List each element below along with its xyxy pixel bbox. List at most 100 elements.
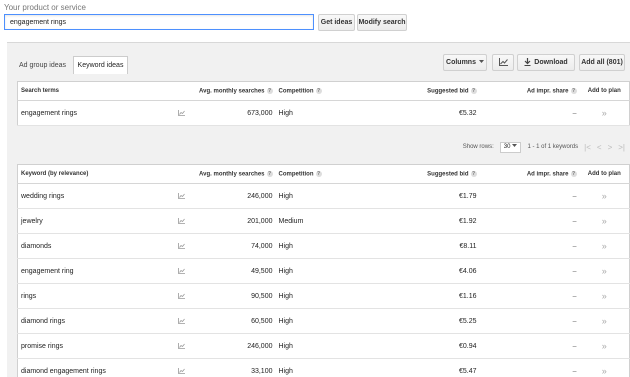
table-row: diamonds 74,000 High €8.11–» [17, 233, 630, 259]
next-page-icon[interactable]: > [608, 143, 613, 152]
chevron-down-icon [512, 144, 518, 150]
suggested-bid-value: €5.47 [395, 358, 480, 377]
avg-monthly-searches: 201,000 [195, 208, 276, 234]
table-row: engagement rings 673,000 High €5.32 – » [17, 100, 630, 126]
competition-value: High [275, 258, 396, 284]
download-button[interactable]: Download [517, 54, 575, 71]
add-to-plan-button[interactable]: » [579, 333, 630, 359]
table-header-row: Search terms Avg. monthly searches? Comp… [17, 81, 630, 101]
help-icon[interactable]: ? [315, 170, 322, 177]
keyword-text: diamond engagement rings [17, 358, 168, 377]
column-header-suggested-bid[interactable]: Suggested bid? [395, 81, 480, 101]
add-to-plan-button[interactable]: » [579, 233, 630, 259]
column-header-search-terms: Search terms [17, 81, 168, 101]
suggested-bid-value: €1.79 [395, 183, 480, 209]
suggested-bid-value: €5.25 [395, 308, 480, 334]
avg-monthly-searches: 74,000 [195, 233, 276, 259]
results-panel: Ad group ideas Keyword ideas Columns Dow… [7, 42, 630, 377]
competition-value: High [275, 333, 396, 359]
suggested-bid-value: €8.11 [395, 233, 480, 259]
ad-impr-share-value: – [479, 283, 580, 309]
ad-impr-share-value: – [479, 183, 580, 209]
help-icon[interactable]: ? [470, 87, 477, 94]
help-icon[interactable]: ? [315, 87, 322, 94]
help-icon[interactable]: ? [266, 170, 273, 177]
table-row: wedding rings 246,000 High €1.79–» [17, 183, 630, 209]
column-header-add-to-plan: Add to plan [579, 81, 630, 101]
trend-chart-icon[interactable] [178, 367, 185, 374]
keyword-text: rings [17, 283, 168, 309]
avg-monthly-searches: 49,500 [195, 258, 276, 284]
trend-chart-icon[interactable] [178, 292, 185, 299]
first-page-icon[interactable]: |< [584, 143, 591, 152]
competition-value: High [275, 358, 396, 377]
keyword-text: wedding rings [17, 183, 168, 209]
column-header-ad-impr-share[interactable]: Ad impr. share? [479, 81, 580, 101]
tab-keyword-ideas[interactable]: Keyword ideas [73, 56, 128, 74]
add-to-plan-button[interactable]: » [579, 258, 630, 284]
page-range: 1 - 1 of 1 keywords [527, 144, 579, 150]
help-icon[interactable]: ? [470, 170, 477, 177]
avg-monthly-searches: 33,100 [195, 358, 276, 377]
table-row: rings 90,500 High €1.16–» [17, 283, 630, 309]
table-row: jewelry 201,000 Medium €1.92–» [17, 208, 630, 234]
previous-page-icon[interactable]: < [597, 143, 602, 152]
ad-impr-share-value: – [479, 233, 580, 259]
keyword-text: jewelry [17, 208, 168, 234]
competition-value: High [275, 283, 396, 309]
trend-chart-icon[interactable] [178, 267, 185, 274]
help-icon[interactable]: ? [570, 170, 577, 177]
suggested-bid-value: €1.16 [395, 283, 480, 309]
column-header-competition[interactable]: Competition? [275, 81, 396, 101]
competition-value: High [275, 308, 396, 334]
ad-impr-share-value: – [479, 308, 580, 334]
add-to-plan-button[interactable]: » [579, 183, 630, 209]
ad-impr-share-value: – [479, 333, 580, 359]
column-header-competition[interactable]: Competition? [275, 164, 396, 184]
keyword-ideas-table: Keyword (by relevance) Avg. monthly sear… [17, 164, 630, 377]
add-all-button[interactable]: Add all (801) [579, 54, 625, 71]
keyword-text: engagement ring [17, 258, 168, 284]
add-to-plan-button[interactable]: » [579, 283, 630, 309]
columns-button[interactable]: Columns [443, 54, 487, 71]
add-to-plan-button[interactable]: » [579, 208, 630, 234]
show-rows-label: Show rows: [462, 144, 494, 150]
avg-monthly-searches: 90,500 [195, 283, 276, 309]
help-icon[interactable]: ? [570, 87, 577, 94]
pagination: Show rows: 30 1 - 1 of 1 keywords |< < >… [17, 137, 629, 157]
add-to-plan-button[interactable]: » [579, 358, 630, 377]
avg-monthly-searches: 246,000 [195, 333, 276, 359]
column-header-avg-monthly-searches[interactable]: Avg. monthly searches? [195, 164, 276, 184]
trend-chart-icon[interactable] [178, 217, 185, 224]
trend-chart-icon[interactable] [178, 242, 185, 249]
add-to-plan-button[interactable]: » [579, 100, 630, 126]
ad-impr-share-value: – [479, 208, 580, 234]
column-header-keyword: Keyword (by relevance) [17, 164, 168, 184]
trend-chart-icon[interactable] [178, 342, 185, 349]
trend-chart-icon[interactable] [178, 317, 185, 324]
column-header-suggested-bid[interactable]: Suggested bid? [395, 164, 480, 184]
avg-monthly-searches: 673,000 [195, 100, 276, 126]
download-icon [524, 57, 531, 68]
get-ideas-button[interactable]: Get ideas [318, 14, 355, 31]
tab-ad-group-ideas[interactable]: Ad group ideas [15, 57, 70, 73]
modify-search-button[interactable]: Modify search [357, 14, 407, 31]
last-page-icon[interactable]: >| [618, 143, 625, 152]
chevron-down-icon [478, 59, 484, 66]
trend-chart-icon[interactable] [178, 109, 185, 116]
ad-impr-share-value: – [479, 258, 580, 284]
chart-button[interactable] [492, 54, 514, 71]
column-header-avg-monthly-searches[interactable]: Avg. monthly searches? [195, 81, 276, 101]
competition-value: High [275, 233, 396, 259]
rows-per-page-select[interactable]: 30 [499, 141, 522, 153]
add-to-plan-button[interactable]: » [579, 308, 630, 334]
trend-chart-icon[interactable] [178, 192, 185, 199]
ad-impr-share-value: – [479, 358, 580, 377]
search-terms-table: Search terms Avg. monthly searches? Comp… [17, 81, 630, 126]
keyword-text: engagement rings [17, 100, 168, 126]
product-search-input[interactable] [4, 14, 314, 30]
help-icon[interactable]: ? [266, 87, 273, 94]
column-header-ad-impr-share[interactable]: Ad impr. share? [479, 164, 580, 184]
suggested-bid-value: €5.32 [395, 100, 480, 126]
suggested-bid-value: €4.06 [395, 258, 480, 284]
